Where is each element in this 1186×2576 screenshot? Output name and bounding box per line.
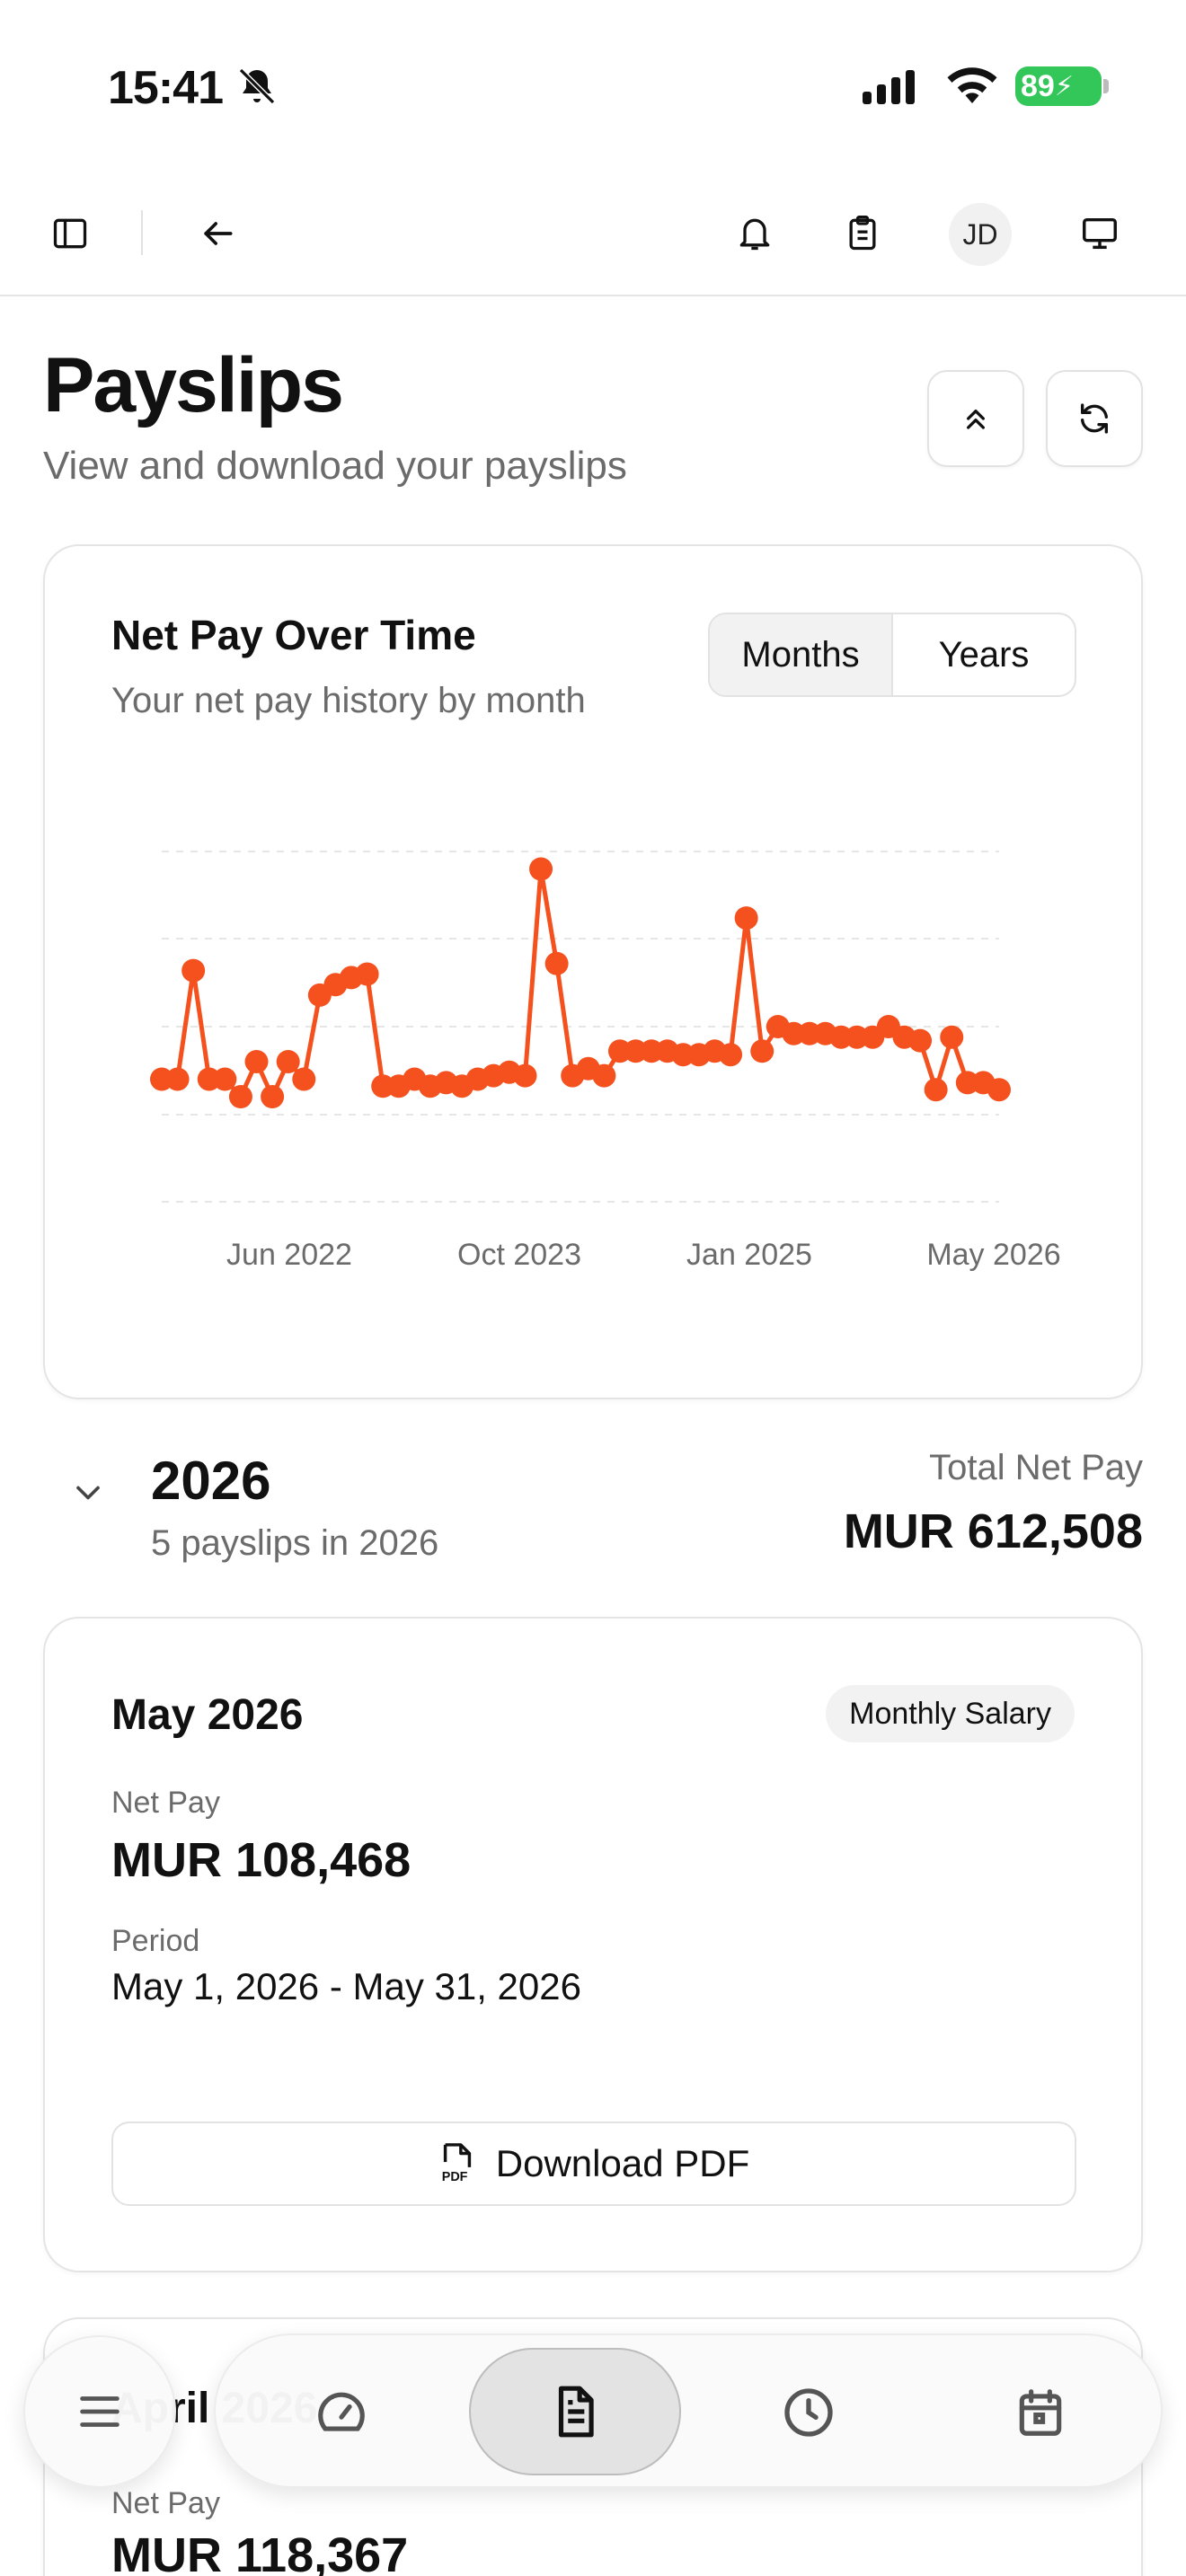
chart-data-point[interactable] xyxy=(908,1028,933,1053)
net-pay-label: Net Pay xyxy=(111,1786,220,1820)
signal-icon xyxy=(863,68,915,104)
wifi-icon xyxy=(947,67,997,103)
net-pay-chart-card: Net Pay Over Time Your net pay history b… xyxy=(43,544,1143,1399)
battery-cap xyxy=(1103,79,1109,93)
toggle-years[interactable]: Years xyxy=(893,614,1075,695)
x-tick-label: Oct 2023 xyxy=(457,1238,581,1272)
chart-data-point[interactable] xyxy=(276,1050,300,1073)
nav-payslips[interactable] xyxy=(469,2348,681,2475)
net-pay-value: MUR 118,367 xyxy=(111,2528,409,2576)
chart-data-point[interactable] xyxy=(719,1043,743,1067)
payslip-month: May 2026 xyxy=(111,1691,304,1739)
top-toolbar: JD xyxy=(0,171,1186,296)
chart-data-point[interactable] xyxy=(228,1085,252,1108)
year-heading[interactable]: 2026 xyxy=(151,1450,270,1512)
x-tick-label: Jan 2025 xyxy=(686,1238,812,1272)
refresh-icon xyxy=(1081,403,1108,434)
chart-data-point[interactable] xyxy=(261,1085,285,1108)
avatar[interactable]: JD xyxy=(949,203,1012,266)
period-value: May 1, 2026 - May 31, 2026 xyxy=(111,1965,581,2007)
period-label: Period xyxy=(111,1924,200,1958)
chart-subtitle: Your net pay history by month xyxy=(111,681,586,720)
status-bar: 15:41 89 ⚡ xyxy=(0,0,1186,171)
chart-data-point[interactable] xyxy=(355,962,379,986)
chart-data-point[interactable] xyxy=(213,1067,237,1091)
page-title: Payslips xyxy=(43,342,344,428)
nav-time[interactable] xyxy=(755,2359,863,2466)
net-pay-value: MUR 108,468 xyxy=(111,1833,412,1887)
chart-data-point[interactable] xyxy=(750,1039,774,1063)
clipboard-icon[interactable] xyxy=(836,207,890,260)
page-subtitle: View and download your payslips xyxy=(43,444,627,488)
bell-off-icon xyxy=(238,67,276,105)
dashboard-gauge-icon xyxy=(318,2392,365,2431)
collapse-all-button[interactable] xyxy=(927,370,1024,467)
payslip-document-icon xyxy=(558,2386,594,2438)
chart-data-point[interactable] xyxy=(544,951,569,975)
sidebar-toggle-icon[interactable] xyxy=(43,207,97,260)
year-payslip-count: 5 payslips in 2026 xyxy=(151,1523,439,1563)
battery-indicator: 89 ⚡ xyxy=(1015,66,1102,106)
charging-bolt-icon: ⚡ xyxy=(1054,71,1074,101)
x-tick-label: Jun 2022 xyxy=(226,1238,352,1272)
chart-data-point[interactable] xyxy=(513,1063,537,1088)
monitor-icon[interactable] xyxy=(1073,207,1127,260)
chart-data-point[interactable] xyxy=(734,906,758,931)
chart-data-point[interactable] xyxy=(181,958,206,983)
total-net-pay-label: Total Net Pay xyxy=(929,1448,1143,1487)
battery-level: 89 xyxy=(1021,68,1055,103)
net-pay-label: Net Pay xyxy=(111,2486,220,2520)
calendar-icon xyxy=(1019,2389,1062,2436)
chart-data-point[interactable] xyxy=(592,1063,616,1088)
nav-calendar[interactable] xyxy=(987,2359,1094,2466)
bottom-navigation xyxy=(214,2333,1163,2488)
range-toggle: Months Years xyxy=(708,613,1076,697)
chart-data-point[interactable] xyxy=(165,1067,190,1091)
chart-data-point[interactable] xyxy=(940,1025,964,1049)
chart-data-point[interactable] xyxy=(529,857,553,881)
net-pay-line-chart: Jun 2022 Oct 2023 Jan 2025 May 2026 xyxy=(150,851,1061,1272)
menu-button[interactable] xyxy=(23,2335,176,2488)
total-net-pay-value: MUR 612,508 xyxy=(843,1504,1143,1558)
chevrons-up-icon xyxy=(967,410,985,429)
nav-dashboard[interactable] xyxy=(288,2359,395,2466)
pdf-file-icon: PDF xyxy=(442,2143,471,2184)
payslip-type-badge: Monthly Salary xyxy=(826,1685,1075,1742)
x-tick-label: May 2026 xyxy=(926,1238,1060,1272)
payslip-card[interactable]: May 2026 Monthly Salary Net Pay MUR 108,… xyxy=(43,1617,1143,2272)
chevron-down-icon[interactable] xyxy=(68,1473,108,1513)
download-pdf-label: Download PDF xyxy=(495,2142,750,2184)
clock-icon xyxy=(784,2388,833,2437)
chart-data-point[interactable] xyxy=(292,1067,316,1091)
chart-title: Net Pay Over Time xyxy=(111,612,476,658)
chart-data-point[interactable] xyxy=(244,1050,269,1073)
chart-data-point[interactable] xyxy=(924,1078,948,1102)
refresh-button[interactable] xyxy=(1046,370,1143,467)
download-pdf-button[interactable]: PDF Download PDF xyxy=(111,2122,1076,2206)
menu-icon xyxy=(80,2396,119,2427)
arrow-left-icon[interactable] xyxy=(190,207,244,260)
toolbar-divider xyxy=(141,210,143,255)
bell-icon[interactable] xyxy=(728,207,782,260)
svg-text:PDF: PDF xyxy=(442,2170,468,2184)
toggle-months[interactable]: Months xyxy=(710,614,893,695)
status-time: 15:41 xyxy=(108,62,224,114)
chart-data-point[interactable] xyxy=(987,1078,1011,1102)
